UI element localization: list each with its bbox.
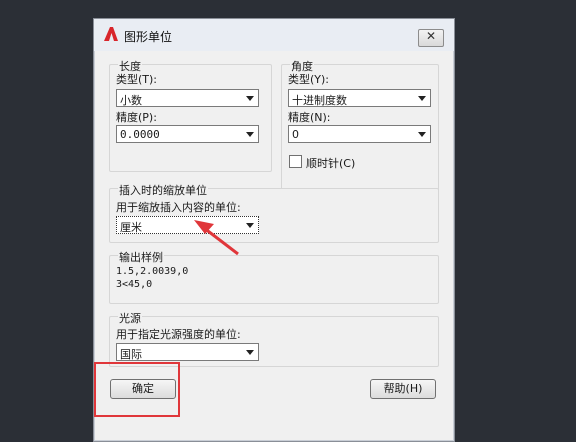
close-button[interactable]: ✕ (418, 29, 444, 47)
sample-line-1: 1.5,2.0039,0 (116, 266, 189, 277)
chevron-down-icon (418, 132, 426, 137)
lighting-group-title: 光源 (118, 310, 142, 326)
insertion-units-value: 厘米 (120, 221, 142, 234)
lighting-group: 光源 用于指定光源强度的单位: 国际 (109, 310, 439, 367)
insertion-scale-group: 插入时的缩放单位 用于缩放插入内容的单位: 厘米 (109, 182, 439, 243)
autocad-logo-icon (104, 27, 118, 41)
dialog-title: 图形单位 (124, 30, 173, 44)
chevron-down-icon (246, 223, 254, 228)
length-type-label: 类型(T): (116, 73, 158, 86)
insertion-units-label: 用于缩放插入内容的单位: (116, 201, 241, 214)
length-type-value: 小数 (120, 94, 142, 107)
insertion-group-title: 插入时的缩放单位 (118, 182, 208, 198)
angle-precision-value: 0 (292, 128, 299, 141)
lighting-units-value: 国际 (120, 348, 142, 361)
help-button[interactable]: 帮助(H) (370, 379, 436, 399)
angle-type-label: 类型(Y): (288, 73, 330, 86)
sample-line-2: 3<45,0 (116, 279, 153, 290)
length-group: 长度 类型(T): 小数 精度(P): 0.0000 (109, 58, 272, 172)
angle-group: 角度 类型(Y): 十进制度数 精度(N): 0 顺时针(C) (281, 58, 439, 195)
chevron-down-icon (418, 96, 426, 101)
angle-type-value: 十进制度数 (292, 94, 347, 107)
length-precision-label: 精度(P): (116, 111, 157, 124)
sample-group-title: 输出样例 (118, 249, 164, 265)
title-bar[interactable]: 图形单位 ✕ (94, 19, 454, 51)
length-precision-value: 0.0000 (120, 128, 160, 141)
angle-precision-label: 精度(N): (288, 111, 331, 124)
lighting-units-label: 用于指定光源强度的单位: (116, 328, 241, 341)
chevron-down-icon (246, 132, 254, 137)
chevron-down-icon (246, 350, 254, 355)
lighting-units-select[interactable]: 国际 (116, 343, 259, 361)
clockwise-checkbox[interactable] (289, 155, 302, 168)
sample-output-group: 输出样例 1.5,2.0039,0 3<45,0 (109, 249, 439, 304)
chevron-down-icon (246, 96, 254, 101)
clockwise-label[interactable]: 顺时针(C) (306, 155, 355, 171)
close-icon: ✕ (426, 29, 437, 43)
angle-precision-select[interactable]: 0 (288, 125, 431, 143)
ok-button-highlight-box (94, 362, 180, 417)
length-type-select[interactable]: 小数 (116, 89, 259, 107)
angle-type-select[interactable]: 十进制度数 (288, 89, 431, 107)
insertion-units-select[interactable]: 厘米 (116, 216, 259, 234)
length-precision-select[interactable]: 0.0000 (116, 125, 259, 143)
